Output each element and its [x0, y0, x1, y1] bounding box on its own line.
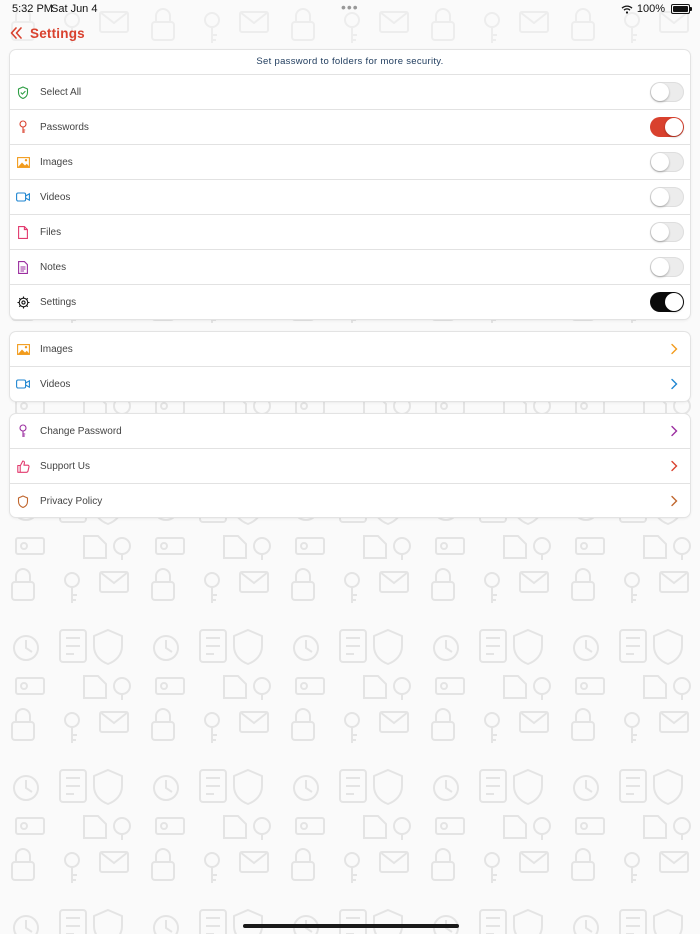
row-videos: Videos — [10, 179, 690, 214]
row-label: Notes — [40, 261, 67, 273]
toggle-knob — [651, 188, 669, 206]
row-label: Files — [40, 226, 62, 238]
row-select-all: Select All — [10, 74, 690, 109]
status-bar: 5:32 PM Sat Jun 4 ••• 100% — [0, 0, 700, 18]
select-all-toggle[interactable] — [650, 82, 684, 102]
chevron-right-icon — [671, 460, 678, 472]
row-label: Privacy Policy — [40, 495, 103, 507]
video-camera-icon — [16, 190, 30, 204]
toggle-knob — [651, 258, 669, 276]
battery-percent: 100% — [636, 3, 665, 15]
row-label: Settings — [40, 296, 77, 308]
security-notice: Set password to folders for more securit… — [256, 56, 444, 67]
key-icon — [16, 424, 30, 438]
row-images-link[interactable]: Images — [10, 332, 690, 366]
status-date: Sat Jun 4 — [51, 3, 98, 15]
passwords-toggle[interactable] — [650, 117, 684, 137]
wifi-icon — [621, 4, 633, 14]
image-icon — [16, 342, 30, 356]
row-images: Images — [10, 144, 690, 179]
row-settings: Settings — [10, 284, 690, 319]
shield-check-icon — [16, 85, 30, 99]
toggle-knob — [651, 223, 669, 241]
row-label: Passwords — [40, 121, 89, 133]
gear-icon — [16, 295, 30, 309]
media-card: Images Videos — [10, 332, 690, 401]
video-camera-icon — [16, 377, 30, 391]
row-label: Images — [40, 343, 73, 355]
image-icon — [16, 155, 30, 169]
multitasking-dots[interactable]: ••• — [341, 0, 359, 15]
row-support-us[interactable]: Support Us — [10, 448, 690, 483]
thumbs-up-icon — [16, 459, 30, 473]
lock-settings-card: Set password to folders for more securit… — [10, 50, 690, 319]
images-toggle[interactable] — [650, 152, 684, 172]
toggle-knob — [665, 118, 683, 136]
chevron-right-icon — [671, 495, 678, 507]
row-label: Videos — [40, 191, 71, 203]
other-settings-card: Change Password Support Us Privacy Polic… — [10, 414, 690, 517]
row-label: Select All — [40, 86, 82, 98]
row-label: Change Password — [40, 425, 122, 437]
page-title: Settings — [30, 25, 85, 41]
row-notes: Notes — [10, 249, 690, 284]
chevron-right-icon — [671, 425, 678, 437]
toggle-knob — [651, 83, 669, 101]
row-label: Support Us — [40, 460, 91, 472]
double-chevron-left-icon — [10, 27, 22, 39]
row-label: Videos — [40, 378, 71, 390]
back-button[interactable] — [10, 27, 22, 39]
home-indicator[interactable] — [243, 924, 459, 928]
file-icon — [16, 225, 30, 239]
row-change-password[interactable]: Change Password — [10, 414, 690, 448]
chevron-right-icon — [671, 343, 678, 355]
notes-toggle[interactable] — [650, 257, 684, 277]
files-toggle[interactable] — [650, 222, 684, 242]
status-time: 5:32 PM — [12, 3, 53, 15]
row-videos-link[interactable]: Videos — [10, 366, 690, 401]
nav-header: Settings — [10, 22, 85, 44]
videos-toggle[interactable] — [650, 187, 684, 207]
chevron-right-icon — [671, 378, 678, 390]
key-icon — [16, 120, 30, 134]
row-passwords: Passwords — [10, 109, 690, 144]
battery-icon — [671, 4, 692, 14]
toggle-knob — [665, 293, 683, 311]
note-icon — [16, 260, 30, 274]
shield-icon — [16, 494, 30, 508]
toggle-knob — [651, 153, 669, 171]
row-files: Files — [10, 214, 690, 249]
settings-toggle[interactable] — [650, 292, 684, 312]
row-privacy-policy[interactable]: Privacy Policy — [10, 483, 690, 518]
row-label: Images — [40, 156, 73, 168]
